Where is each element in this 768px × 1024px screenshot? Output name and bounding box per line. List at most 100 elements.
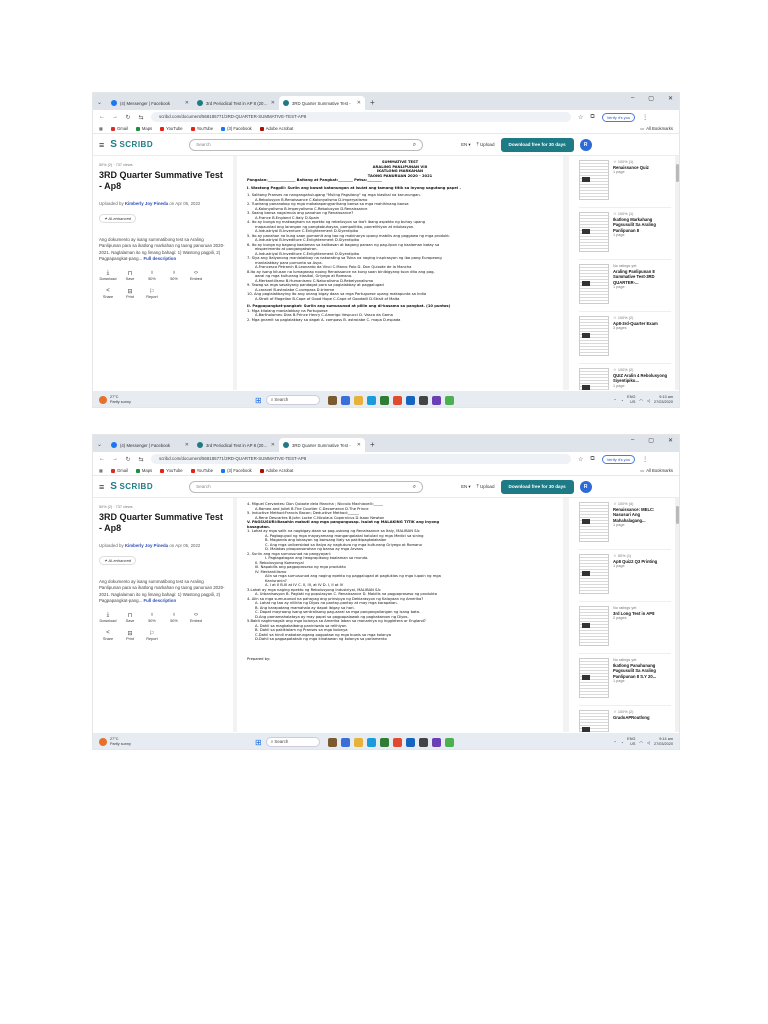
close-icon[interactable]: ✕ [185, 442, 189, 448]
related-document-card[interactable]: ☺ 50% (1) Ap8 Quiz2 Q3 Printing 1 page [579, 550, 671, 602]
taskbar-search[interactable]: ⌕ Search [265, 395, 320, 405]
search-icon[interactable]: ⌕ [413, 140, 416, 150]
app-icon[interactable] [405, 395, 415, 405]
browser-tab[interactable]: 3rd Periodical Test in AP 8 (2019- ✕ [193, 438, 279, 452]
app-icon[interactable] [327, 737, 337, 747]
browser-tab[interactable]: (4) Messenger | Facebook ✕ [107, 96, 193, 110]
bookmark-item[interactable]: YouTube [160, 126, 183, 131]
app-icon[interactable] [340, 395, 350, 405]
language-selector[interactable]: EN ▾ [461, 142, 471, 148]
app-icon[interactable] [340, 737, 350, 747]
clock[interactable]: 9:13 am 27/03/2020 [654, 395, 673, 404]
extensions-icon[interactable]: ⧉ [590, 114, 594, 121]
wifi-icon[interactable]: ◠ [639, 740, 643, 745]
menu-icon[interactable]: ≡ [99, 482, 104, 492]
scrollbar-thumb[interactable] [676, 164, 679, 182]
app-icon[interactable] [379, 737, 389, 747]
bookmark-star-icon[interactable]: ☆ [578, 456, 583, 463]
bookmark-item[interactable]: Gmail [110, 468, 128, 473]
print-action[interactable]: ⊟ Print [121, 630, 139, 641]
app-icon[interactable] [431, 737, 441, 747]
report-action[interactable]: ⚐ Report [143, 630, 161, 641]
reload-icon[interactable]: ↻ [125, 456, 131, 463]
tray-app-icon[interactable]: ◔ [621, 740, 623, 745]
app-icon[interactable] [392, 395, 402, 405]
bookmark-item[interactable]: Gmail [110, 126, 128, 131]
chrome-icon[interactable] [444, 737, 454, 747]
forward-icon[interactable]: → [112, 456, 118, 462]
close-icon[interactable]: ✕ [185, 100, 189, 106]
url-field[interactable]: scribd.com/document/568185771/3RD-QUARTE… [151, 454, 571, 464]
wifi-icon[interactable]: ◠ [639, 398, 643, 403]
card-title[interactable]: Araling Panlipunan 8 Summative Test-3RD … [613, 269, 671, 285]
chevron-up-icon[interactable]: ⌃ [613, 398, 616, 403]
app-icon[interactable] [353, 395, 363, 405]
bookmark-item[interactable]: (3) Facebook [221, 468, 252, 473]
document-thumbnail[interactable] [579, 212, 609, 252]
document-thumbnail[interactable] [579, 710, 609, 732]
upvote-action[interactable]: ♁ 50% [143, 612, 161, 623]
maximize-button[interactable]: ▢ [648, 437, 654, 444]
weather-widget[interactable]: 27°C Partly sunny [99, 737, 219, 746]
app-icon[interactable] [418, 737, 428, 747]
share-action[interactable]: < Share [99, 630, 117, 641]
uploader-link[interactable]: Kimberly Joy Pineda [125, 201, 168, 206]
search-input[interactable]: Search ⌕ [189, 138, 424, 151]
app-icon[interactable] [353, 737, 363, 747]
site-info-icon[interactable]: ⇆ [138, 114, 144, 121]
scrollbar[interactable] [675, 498, 679, 732]
related-document-card[interactable]: ☺ 100% (2) QUIZ Aralin 4 Rebolusyong Siye… [579, 364, 671, 390]
card-title[interactable]: Renaissance: MELC: Nasusuri Ang Mahahala… [613, 507, 671, 523]
print-action[interactable]: ⊟ Print [121, 288, 139, 299]
verify-button[interactable]: Verify it's you [601, 454, 636, 464]
upload-button[interactable]: ⤒ Upload [477, 142, 495, 147]
bookmark-item[interactable]: Adobe Acrobat [259, 126, 293, 131]
url-field[interactable]: scribd.com/document/568185771/3RD-QUARTE… [151, 112, 571, 122]
document-thumbnail[interactable] [579, 316, 609, 356]
browser-tab[interactable]: 3rd Periodical Test in AP 8 (2019- ✕ [193, 96, 279, 110]
bookmark-star-icon[interactable]: ☆ [578, 114, 583, 121]
browser-tab-active[interactable]: 3RD Quarter Summative Test - ✕ [279, 96, 365, 110]
report-action[interactable]: ⚐ Report [143, 288, 161, 299]
downvote-action[interactable]: ♁ 50% [165, 612, 183, 623]
more-icon[interactable]: ⋮ [642, 114, 648, 121]
chevron-up-icon[interactable]: ⌃ [613, 740, 616, 745]
search-input[interactable]: Search ⌕ [189, 480, 424, 493]
app-icon[interactable] [405, 737, 415, 747]
clock[interactable]: 9:14 am 27/03/2020 [654, 737, 673, 746]
document-thumbnail[interactable] [579, 368, 609, 390]
chrome-icon[interactable] [444, 395, 454, 405]
upload-button[interactable]: ⤒ Upload [477, 484, 495, 489]
bookmark-item[interactable]: Maps [135, 126, 152, 131]
browser-tab[interactable]: (4) Messenger | Facebook ✕ [107, 438, 193, 452]
taskbar-search[interactable]: ⌕ Search [265, 737, 320, 747]
windows-start-icon[interactable]: ⊞ [255, 738, 262, 747]
save-action[interactable]: ⊓ Save [121, 270, 139, 281]
close-icon[interactable]: ✕ [271, 442, 275, 448]
scrollbar-thumb[interactable] [676, 506, 679, 524]
bookmark-item[interactable]: Adobe Acrobat [259, 468, 293, 473]
browser-tab-active[interactable]: 3RD Quarter Summative Test - ✕ [279, 438, 365, 452]
back-icon[interactable]: ← [99, 114, 105, 120]
related-document-card[interactable]: No ratings yet Ikatlong Panahunang Pagsus… [579, 654, 671, 706]
reload-icon[interactable]: ↻ [125, 114, 131, 121]
new-tab-button[interactable]: + [365, 438, 380, 452]
related-document-card[interactable]: ☺ 100% (1) Ikatlong Markahang Pagsusulit … [579, 208, 671, 260]
embed-action[interactable]: ‹› Embed [187, 270, 205, 281]
related-document-card[interactable]: ☺ 100% (4) Renaissance: MELC: Nasusuri An… [579, 498, 671, 550]
site-info-icon[interactable]: ⇆ [138, 456, 144, 463]
app-icon[interactable] [392, 737, 402, 747]
more-icon[interactable]: ⋮ [642, 456, 648, 463]
weather-widget[interactable]: 27°C Partly sunny [99, 395, 219, 404]
apps-icon[interactable]: ▦ [99, 126, 103, 131]
save-action[interactable]: ⊓ Save [121, 612, 139, 623]
bookmark-item[interactable]: YouTube [190, 468, 213, 473]
windows-start-icon[interactable]: ⊞ [255, 396, 262, 405]
tab-search-icon[interactable]: ⌄ [97, 438, 107, 452]
document-thumbnail[interactable] [579, 502, 609, 542]
app-icon[interactable] [431, 395, 441, 405]
document-thumbnail[interactable] [579, 658, 609, 698]
bookmark-item[interactable]: YouTube [190, 126, 213, 131]
scrollbar[interactable] [675, 156, 679, 390]
volume-icon[interactable]: ◁ [647, 740, 650, 745]
